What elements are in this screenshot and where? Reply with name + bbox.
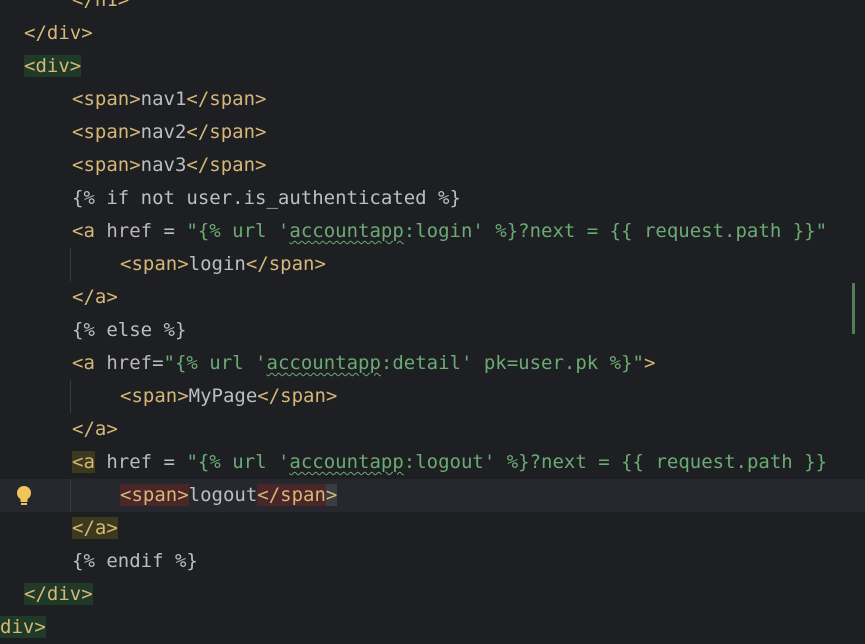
code-line[interactable]: </a> — [0, 512, 865, 545]
code-token: :detail' pk=user.pk %}" — [380, 352, 644, 374]
indent-guide — [70, 479, 71, 512]
code-token: <a — [72, 352, 107, 374]
code-text: <a href="{% url 'accountapp:detail' pk=u… — [72, 347, 655, 380]
code-line[interactable]: {% else %} — [0, 314, 865, 347]
code-text: </div> — [24, 578, 93, 611]
code-text: {% if not user.is_authenticated %} — [72, 182, 461, 215]
code-token: :logout' %}?next = {{ request.path }} — [403, 451, 828, 473]
code-text: <a href = "{% url 'accountapp:login' %}?… — [72, 215, 827, 248]
code-text: </a> — [72, 413, 118, 446]
code-line[interactable]: <span>logout</span> — [0, 479, 865, 512]
code-token: "{% url ' — [186, 220, 290, 242]
code-line[interactable]: <span>MyPage</span> — [0, 380, 865, 413]
code-token: </span> — [186, 88, 267, 110]
code-token: "{% url ' — [163, 352, 267, 374]
code-token: = — [152, 352, 164, 374]
code-editor[interactable]: div> </div> {% endif %} </a> <span>logout</s… — [0, 0, 865, 643]
code-token: href — [106, 352, 153, 374]
code-line[interactable]: <div> — [0, 50, 865, 83]
code-text: {% endif %} — [72, 545, 198, 578]
code-token: <span> — [72, 154, 141, 176]
code-line[interactable]: </a> — [0, 281, 865, 314]
code-text: </div> — [24, 17, 93, 50]
code-token: nav2 — [140, 121, 187, 143]
code-text: <span>login</span> — [120, 248, 326, 281]
code-token: > — [325, 484, 338, 506]
code-text: </a> — [72, 512, 118, 545]
code-token: "{% url ' — [186, 451, 290, 473]
code-token: </a> — [72, 517, 118, 539]
code-line[interactable]: <span>nav3</span> — [0, 149, 865, 182]
code-line[interactable]: <a href="{% url 'accountapp:detail' pk=u… — [0, 347, 865, 380]
code-text: </h1> — [72, 0, 129, 17]
code-token: nav3 — [140, 154, 187, 176]
code-token: {% if not user.is_authenticated %} — [72, 187, 461, 209]
code-token: logout — [188, 484, 258, 506]
code-token: href — [106, 451, 153, 473]
code-token: </span> — [186, 121, 267, 143]
code-token: <a — [72, 451, 95, 473]
code-token: accountapp — [266, 352, 381, 374]
code-token: = — [152, 220, 187, 242]
lightbulb-icon[interactable] — [14, 484, 34, 508]
code-token: <span> — [72, 121, 141, 143]
code-text: {% else %} — [72, 314, 186, 347]
code-token: </span> — [257, 385, 338, 407]
code-line[interactable]: <span>nav2</span> — [0, 116, 865, 149]
code-token: <span> — [120, 253, 189, 275]
code-token: <div> — [24, 55, 82, 77]
code-line[interactable]: <span>login</span> — [0, 248, 865, 281]
code-line[interactable]: </h1> — [0, 0, 865, 17]
code-text: <a href = "{% url 'accountapp:logout' %}… — [72, 446, 827, 479]
code-token: </span> — [245, 253, 326, 275]
code-token: login — [188, 253, 246, 275]
code-line[interactable]: <span>nav1</span> — [0, 83, 865, 116]
code-token: <span> — [120, 484, 189, 506]
indent-guide — [70, 380, 71, 413]
code-text: <span>logout</span> — [120, 479, 338, 512]
code-token: {% else %} — [72, 319, 187, 341]
code-token: </div> — [24, 583, 93, 605]
code-token: </a> — [72, 418, 118, 440]
code-text: div> — [0, 611, 46, 644]
code-token: </span — [257, 484, 326, 506]
code-text: <span>nav2</span> — [72, 116, 266, 149]
indent-guide — [70, 248, 71, 281]
code-token: </div> — [24, 22, 93, 44]
code-line[interactable]: </a> — [0, 413, 865, 446]
code-line[interactable]: <a href = "{% url 'accountapp:logout' %}… — [0, 446, 865, 479]
code-token: {% endif %} — [72, 550, 198, 572]
code-line[interactable]: </div> — [0, 17, 865, 50]
code-token: div> — [0, 616, 46, 638]
code-token: </span> — [186, 154, 267, 176]
code-token: </a> — [72, 286, 118, 308]
scrollbar-change-marker[interactable] — [852, 283, 855, 334]
code-line[interactable]: {% if not user.is_authenticated %} — [0, 182, 865, 215]
code-text: </a> — [72, 281, 118, 314]
code-token: accountapp — [289, 451, 404, 473]
code-token: MyPage — [188, 385, 258, 407]
code-token: href — [106, 220, 153, 242]
code-token: <span> — [72, 88, 141, 110]
code-line[interactable]: <a href = "{% url 'accountapp:login' %}?… — [0, 215, 865, 248]
code-token: > — [644, 352, 656, 374]
code-text: <div> — [24, 50, 82, 83]
code-token: </h1> — [72, 0, 130, 11]
code-text: <span>MyPage</span> — [120, 380, 337, 413]
code-token: = — [152, 451, 187, 473]
code-text: <span>nav1</span> — [72, 83, 266, 116]
code-token: accountapp — [289, 220, 404, 242]
code-line[interactable]: </div> — [0, 578, 865, 611]
code-line[interactable]: div> — [0, 611, 865, 644]
code-token: <span> — [120, 385, 189, 407]
code-line[interactable]: {% endif %} — [0, 545, 865, 578]
code-token: :login' %}?next = {{ request.path }}" — [403, 220, 828, 242]
code-token: nav1 — [140, 88, 187, 110]
code-text: <span>nav3</span> — [72, 149, 266, 182]
code-token: <a — [72, 220, 107, 242]
